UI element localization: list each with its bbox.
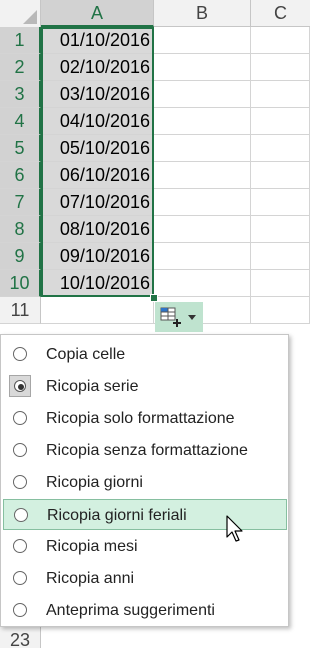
- cell-a5[interactable]: 05/10/2016: [41, 135, 154, 162]
- column-header-a[interactable]: A: [41, 0, 154, 27]
- radio-icon[interactable]: [13, 603, 27, 617]
- cell-b3[interactable]: [154, 81, 251, 108]
- cell-a1[interactable]: 01/10/2016: [41, 27, 154, 54]
- mouse-cursor-icon: [226, 515, 243, 542]
- cell-c4[interactable]: [251, 108, 310, 135]
- radio-icon[interactable]: [13, 475, 27, 489]
- row-header-9[interactable]: 9: [0, 243, 41, 270]
- row-header-6[interactable]: 6: [0, 162, 41, 189]
- cell-c8[interactable]: [251, 216, 310, 243]
- menu-item-label: Ricopia mesi: [46, 538, 138, 555]
- cell-b7[interactable]: [154, 189, 251, 216]
- cell-b5[interactable]: [154, 135, 251, 162]
- menu-item-label: Ricopia serie: [46, 378, 139, 395]
- radio-checked-icon[interactable]: [9, 375, 31, 397]
- auto-fill-options-button[interactable]: [155, 302, 203, 332]
- select-all-corner[interactable]: [0, 0, 41, 27]
- menu-item-ricopia-senza-formattazione[interactable]: Ricopia senza formattazione: [3, 435, 287, 466]
- auto-fill-options-menu: Copia celle Ricopia serie Ricopia solo for…: [0, 334, 289, 627]
- row-header-7[interactable]: 7: [0, 189, 41, 216]
- menu-item-ricopia-anni[interactable]: Ricopia anni: [3, 563, 287, 594]
- cell-a7[interactable]: 07/10/2016: [41, 189, 154, 216]
- menu-item-label: Ricopia giorni feriali: [47, 507, 187, 524]
- menu-item-anteprima-suggerimenti[interactable]: Anteprima suggerimenti: [3, 595, 287, 626]
- row-header-2[interactable]: 2: [0, 54, 41, 81]
- cell-b4[interactable]: [154, 108, 251, 135]
- radio-icon[interactable]: [13, 443, 27, 457]
- menu-item-label: Ricopia giorni: [46, 474, 143, 491]
- cell-a3[interactable]: 03/10/2016: [41, 81, 154, 108]
- radio-icon[interactable]: [13, 571, 27, 585]
- radio-icon[interactable]: [13, 539, 27, 553]
- menu-item-ricopia-solo-formattazione[interactable]: Ricopia solo formattazione: [3, 403, 287, 434]
- column-header-c[interactable]: C: [251, 0, 310, 27]
- row-header-11[interactable]: 11: [0, 297, 41, 324]
- cell-c2[interactable]: [251, 54, 310, 81]
- menu-item-label: Anteprima suggerimenti: [46, 602, 215, 619]
- cell-a6[interactable]: 06/10/2016: [41, 162, 154, 189]
- row-header-10[interactable]: 10: [0, 270, 41, 297]
- radio-icon[interactable]: [13, 411, 27, 425]
- cell-a10[interactable]: 10/10/2016: [41, 270, 154, 297]
- menu-item-label: Ricopia senza formattazione: [46, 442, 248, 459]
- cell-b6[interactable]: [154, 162, 251, 189]
- cell-a9[interactable]: 09/10/2016: [41, 243, 154, 270]
- menu-item-label: Ricopia solo formattazione: [46, 410, 235, 427]
- cell-b10[interactable]: [154, 270, 251, 297]
- cell-c10[interactable]: [251, 270, 310, 297]
- row-header-5[interactable]: 5: [0, 135, 41, 162]
- chevron-down-icon: [188, 314, 196, 320]
- fill-handle[interactable]: [150, 294, 158, 302]
- cell-b8[interactable]: [154, 216, 251, 243]
- auto-fill-options-icon: [160, 307, 181, 327]
- cell-c6[interactable]: [251, 162, 310, 189]
- row-header-1[interactable]: 1: [0, 27, 41, 54]
- cell-c7[interactable]: [251, 189, 310, 216]
- cell-a4[interactable]: 04/10/2016: [41, 108, 154, 135]
- row-header-4[interactable]: 4: [0, 108, 41, 135]
- select-all-triangle-icon: [23, 10, 37, 24]
- cell-b2[interactable]: [154, 54, 251, 81]
- cell-b1[interactable]: [154, 27, 251, 54]
- row-header-23[interactable]: 23: [0, 627, 41, 648]
- cell-c9[interactable]: [251, 243, 310, 270]
- cell-c11[interactable]: [251, 297, 310, 324]
- menu-item-label: Copia celle: [46, 346, 126, 363]
- menu-item-label: Ricopia anni: [46, 570, 135, 587]
- cell-a2[interactable]: 02/10/2016: [41, 54, 154, 81]
- cell-a11[interactable]: [41, 297, 154, 324]
- cell-a8[interactable]: 08/10/2016: [41, 216, 154, 243]
- radio-icon[interactable]: [14, 508, 28, 522]
- row-header-8[interactable]: 8: [0, 216, 41, 243]
- radio-icon[interactable]: [13, 347, 27, 361]
- menu-item-ricopia-giorni[interactable]: Ricopia giorni: [3, 467, 287, 498]
- column-header-row: A B C: [0, 0, 310, 27]
- cell-c5[interactable]: [251, 135, 310, 162]
- cell-c3[interactable]: [251, 81, 310, 108]
- menu-item-ricopia-serie[interactable]: Ricopia serie: [3, 371, 287, 402]
- row-header-3[interactable]: 3: [0, 81, 41, 108]
- column-header-b[interactable]: B: [154, 0, 251, 27]
- cell-c1[interactable]: [251, 27, 310, 54]
- cell-b9[interactable]: [154, 243, 251, 270]
- menu-item-copia-celle[interactable]: Copia celle: [3, 339, 287, 370]
